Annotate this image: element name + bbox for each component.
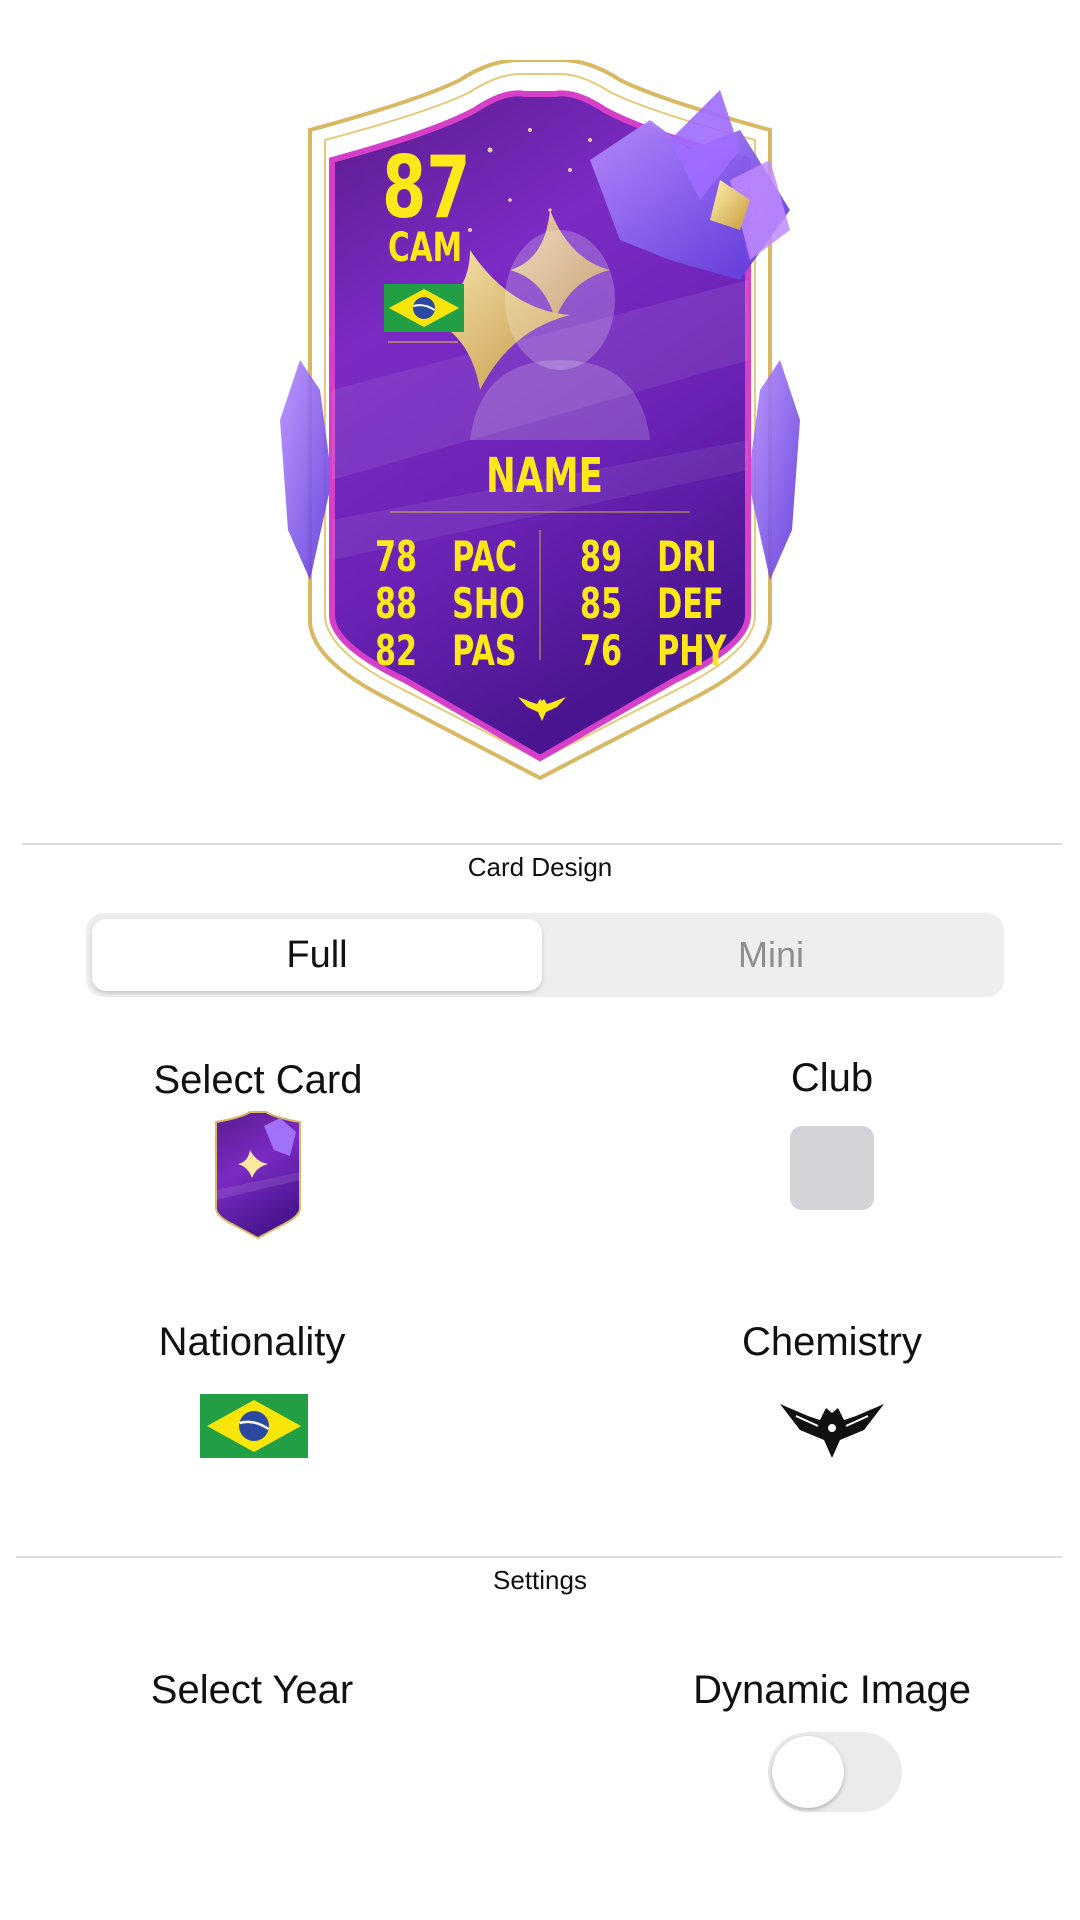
card-design-divider — [22, 843, 1062, 845]
settings-divider — [16, 1556, 1062, 1558]
stat-def-label: DEF — [657, 579, 724, 628]
select-year-label[interactable]: Select Year — [52, 1668, 452, 1713]
stat-pac-value: 78 — [375, 532, 418, 581]
stat-def: 85 DEF — [580, 581, 724, 627]
dynamic-image-toggle[interactable] — [768, 1732, 902, 1812]
stat-def-value: 85 — [580, 579, 623, 628]
chemistry-label: Chemistry — [741, 1320, 923, 1364]
stat-pac-label: PAC — [452, 532, 518, 581]
stat-dri-value: 89 — [580, 532, 623, 581]
segment-mini[interactable]: Mini — [544, 919, 998, 991]
card-size-segmented-control: Full Mini — [86, 913, 1004, 997]
stat-pas-label: PAS — [452, 626, 517, 675]
stat-pas: 82 PAS — [375, 628, 517, 674]
dynamic-image-label: Dynamic Image — [693, 1668, 971, 1712]
select-card-thumbnail[interactable] — [210, 1110, 306, 1240]
stat-phy-label: PHY — [657, 626, 727, 675]
toggle-knob — [772, 1736, 844, 1808]
card-player-name: NAME — [486, 448, 603, 504]
card-position: CAM — [388, 225, 463, 271]
card-background — [280, 60, 800, 780]
club-placeholder[interactable] — [790, 1126, 874, 1210]
card-rating: 87 — [382, 138, 471, 238]
stat-phy: 76 PHY — [580, 628, 726, 674]
player-card-preview: 87 CAM NAME 78 PAC 88 SHO 82 PAS 89 DRI … — [270, 60, 810, 780]
stat-sho: 88 SHO — [375, 581, 525, 627]
settings-title: Settings — [493, 1565, 587, 1595]
stat-dri: 89 DRI — [580, 534, 717, 580]
select-card-label: Select Card — [153, 1058, 363, 1102]
stat-pac: 78 PAC — [375, 534, 517, 580]
nationality-brazil-flag-icon[interactable] — [200, 1394, 308, 1458]
card-design-title: Card Design — [467, 852, 613, 882]
chemistry-eagle-icon[interactable] — [778, 1394, 886, 1460]
brazil-flag-icon — [384, 284, 464, 332]
stat-dri-label: DRI — [657, 532, 717, 581]
stat-sho-value: 88 — [375, 579, 418, 628]
club-label: Club — [790, 1056, 874, 1100]
stat-sho-label: SHO — [452, 579, 525, 628]
nationality-label: Nationality — [158, 1320, 346, 1364]
stat-pas-value: 82 — [375, 626, 418, 675]
stat-phy-value: 76 — [580, 626, 623, 675]
chemistry-eagle-icon — [518, 697, 566, 721]
segment-full[interactable]: Full — [92, 919, 542, 991]
